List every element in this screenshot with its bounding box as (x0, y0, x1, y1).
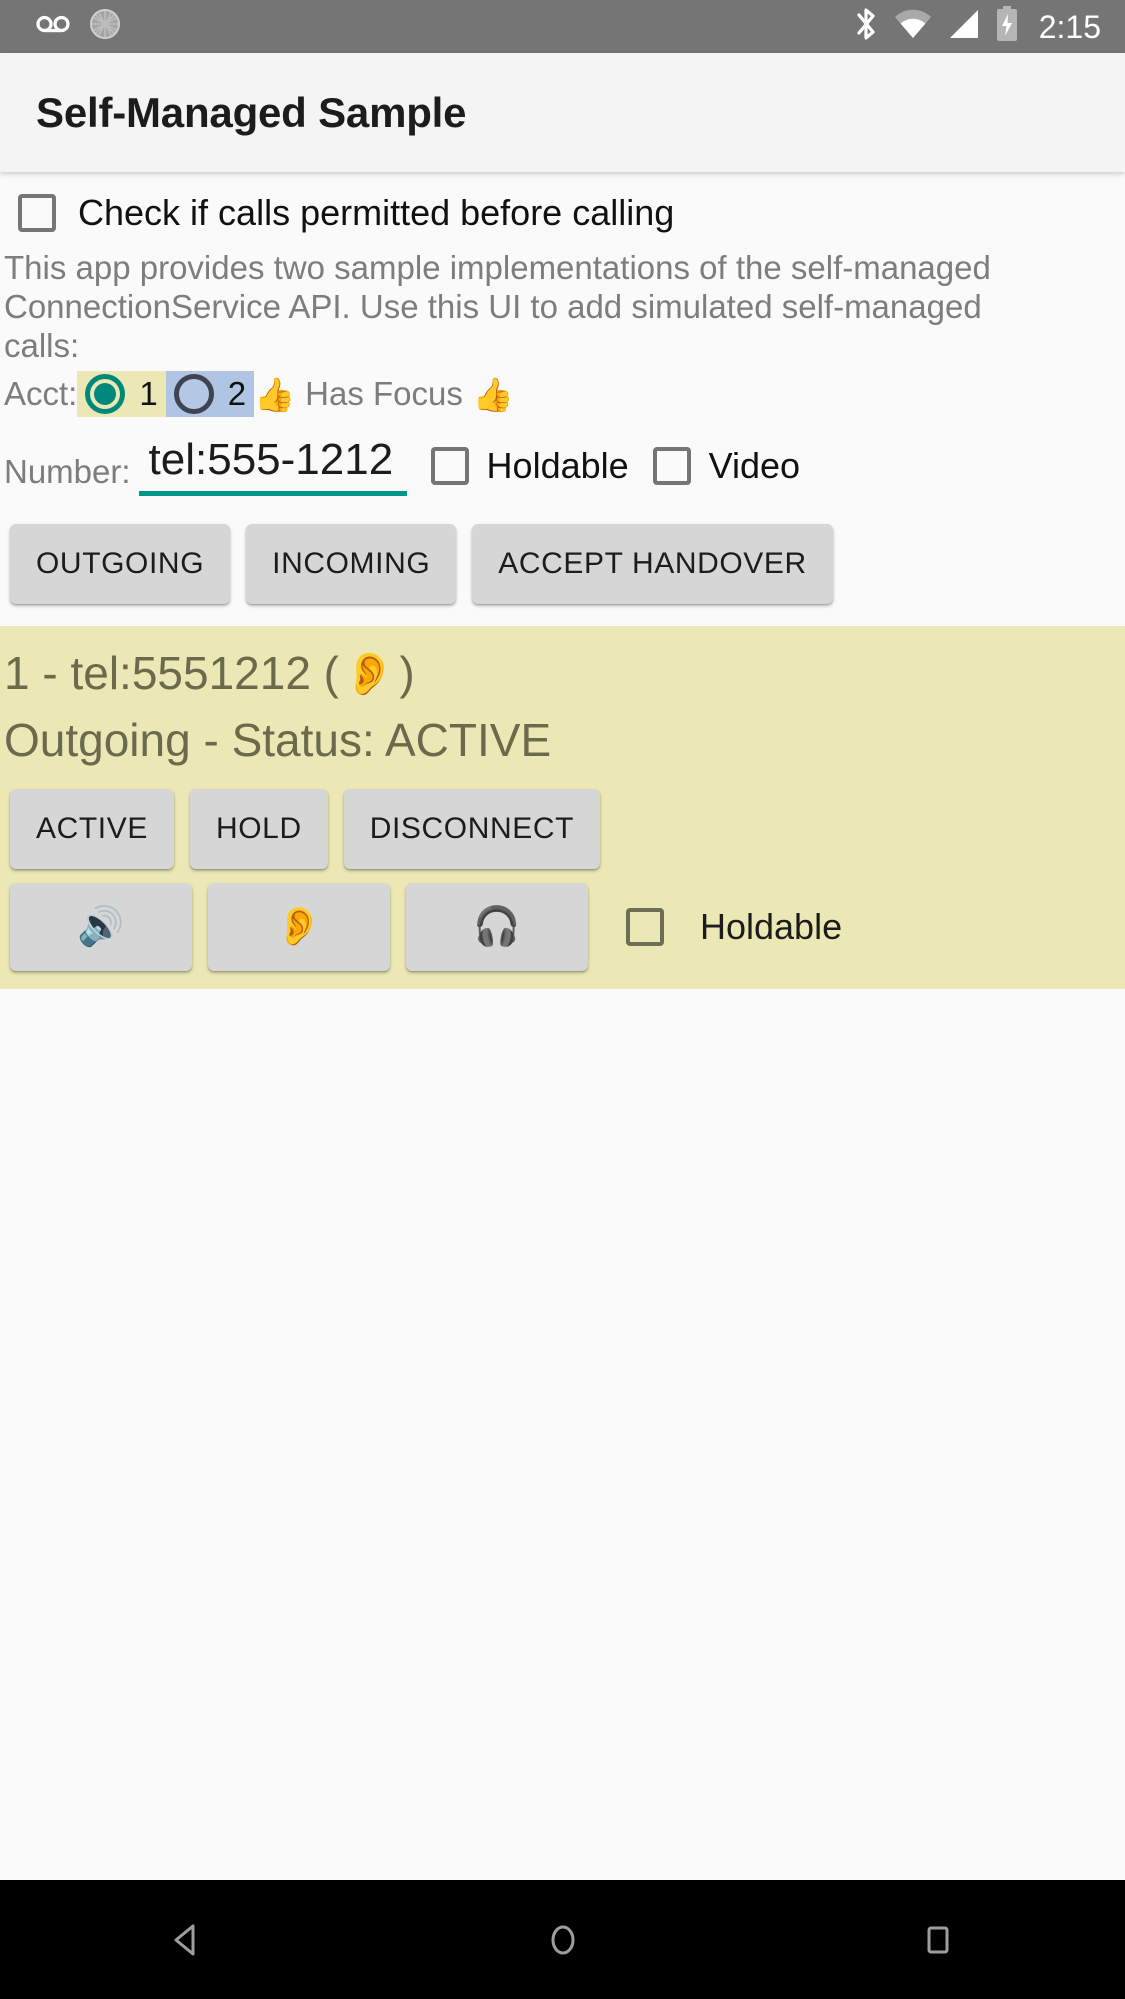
account-selector-row: Acct: 1 2 👍 Has Focus 👍 (0, 365, 1125, 421)
page-title: Self-Managed Sample (36, 88, 467, 136)
call-state-buttons: ACTIVE HOLD DISCONNECT (0, 775, 1125, 869)
radio-unselected-icon[interactable] (173, 374, 214, 414)
call-disconnect-button[interactable]: DISCONNECT (343, 788, 601, 869)
account-radio-1[interactable]: 1 (77, 371, 166, 417)
status-bar-left-icons (36, 7, 853, 46)
sync-spinner-icon (88, 7, 122, 46)
incoming-button[interactable]: INCOMING (246, 524, 457, 605)
radio-selected-icon[interactable] (85, 374, 126, 414)
accept-handover-button[interactable]: ACCEPT HANDOVER (472, 524, 833, 605)
video-label: Video (708, 445, 801, 486)
headset-route-button[interactable]: 🎧 (406, 882, 588, 971)
account-radio-2[interactable]: 2 (165, 371, 255, 417)
has-focus-label: Has Focus (305, 375, 463, 412)
status-bar-clock: 2:15 (1038, 8, 1101, 45)
call-panel: 1 - tel:5551212 ( 👂 ) Outgoing - Status:… (0, 626, 1125, 989)
status-bar-right-icons: 2:15 (853, 6, 1101, 47)
thumbs-up-left-icon: 👍 (254, 375, 296, 413)
check-permitted-checkbox[interactable] (18, 194, 56, 232)
check-permitted-label: Check if calls permitted before calling (78, 192, 675, 233)
voicemail-icon (36, 13, 70, 40)
call-action-buttons: OUTGOING INCOMING ACCEPT HANDOVER (0, 502, 1125, 626)
number-row: Number: tel:555-1212 Holdable Video (0, 421, 1125, 502)
phone-screen: 2:15 Self-Managed Sample Check if calls … (0, 0, 1125, 1999)
call-identity-line: 1 - tel:5551212 ( 👂 ) (0, 640, 1125, 707)
main-content: Check if calls permitted before calling … (0, 172, 1125, 1880)
navigation-bar (0, 1880, 1125, 1999)
call-holdable-label: Holdable (700, 905, 843, 947)
home-icon[interactable] (473, 1880, 653, 1999)
call-identity-suffix: ) (399, 647, 415, 700)
call-identity-prefix: 1 - tel:5551212 ( (4, 647, 340, 700)
call-status-line: Outgoing - Status: ACTIVE (4, 714, 552, 767)
check-permitted-row[interactable]: Check if calls permitted before calling (0, 172, 1125, 244)
call-holdable-checkbox[interactable] (626, 907, 664, 946)
earpiece-route-button[interactable]: 👂 (208, 882, 390, 971)
back-icon[interactable] (98, 1880, 278, 1999)
cell-signal-icon (947, 8, 981, 45)
wifi-icon (893, 8, 933, 45)
call-active-button[interactable]: ACTIVE (10, 788, 174, 869)
speaker-route-button[interactable]: 🔊 (10, 882, 192, 971)
audio-route-buttons: 🔊 👂 🎧 Holdable (0, 869, 1125, 971)
number-input[interactable]: tel:555-1212 (138, 436, 407, 497)
holdable-label: Holdable (486, 445, 629, 486)
battery-charging-icon (995, 6, 1019, 47)
number-label: Number: (4, 453, 131, 490)
thumbs-up-right-icon: 👍 (472, 375, 514, 413)
account-radio-2-label: 2 (227, 375, 247, 412)
outgoing-button[interactable]: OUTGOING (10, 524, 231, 605)
earpiece-route-icon: 👂 (343, 650, 396, 698)
video-checkbox[interactable] (652, 447, 691, 485)
account-label: Acct: (4, 375, 78, 412)
bluetooth-icon (853, 6, 879, 47)
description-text: This app provides two sample implementat… (4, 249, 991, 364)
recents-icon[interactable] (848, 1880, 1028, 1999)
holdable-checkbox[interactable] (430, 447, 469, 485)
status-bar: 2:15 (0, 0, 1125, 53)
call-hold-button[interactable]: HOLD (189, 788, 328, 869)
app-bar: Self-Managed Sample (0, 53, 1125, 172)
account-radio-1-label: 1 (139, 375, 158, 412)
